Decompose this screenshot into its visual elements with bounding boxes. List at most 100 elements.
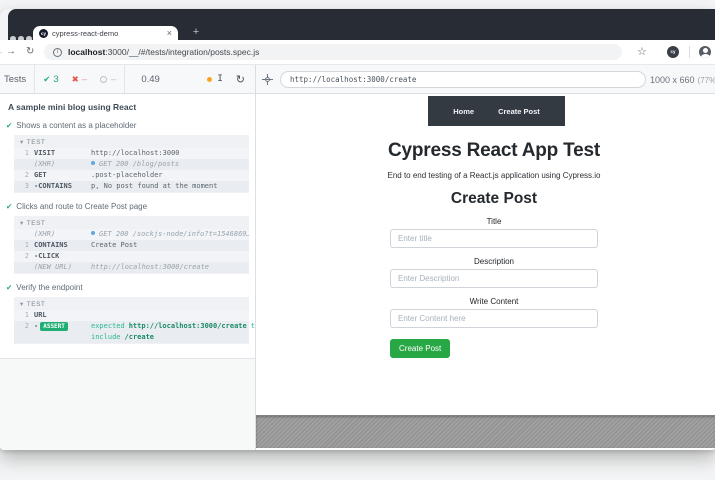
assert-row[interactable]: 2 -ASSERT expectedhttp://localhost:3000/… (14, 321, 249, 343)
viewport-info: 1000 x 660(77%) (650, 65, 715, 95)
header-divider (34, 65, 35, 93)
browser-tab-bar: cy cypress-react-demo × + (8, 9, 715, 40)
cypress-extension-icon[interactable]: cy (667, 46, 679, 58)
command-number: 2 (14, 170, 34, 181)
test-passed-check-icon: ✔ (6, 283, 12, 292)
command-message: Create Post (91, 240, 249, 251)
test-passed-check-icon: ✔ (6, 121, 12, 130)
cypress-favicon-icon: cy (39, 29, 48, 38)
pending-count: – (111, 74, 116, 85)
app-subtitle: End to end testing of a React.js applica… (372, 171, 616, 180)
command-name: CONTAINS (34, 240, 91, 251)
app-content: Cypress React App Test End to end testin… (372, 130, 616, 358)
passed-check-icon: ✔ (43, 74, 50, 85)
suite-title[interactable]: A sample mini blog using React (0, 100, 255, 114)
command-name: VISIT (34, 148, 91, 159)
forward-icon[interactable]: → (6, 40, 16, 64)
title-label: Title (390, 217, 598, 226)
command-row[interactable]: 2 GET .post-placeholder (14, 170, 249, 181)
title-input[interactable] (390, 229, 598, 248)
content-input[interactable] (390, 309, 598, 328)
aut-header: http://localhost:3000/create 1000 x 660(… (256, 65, 715, 93)
browser-window: cy cypress-react-demo × + ← → ↻ i localh… (0, 9, 715, 450)
xhr-row[interactable]: (XHR) GET 200 /blog/posts (14, 159, 249, 170)
command-name: -ASSERT (34, 321, 91, 343)
failed-x-icon: ✖ (72, 74, 79, 85)
test-group-label[interactable]: ▾TEST (14, 216, 249, 229)
command-log: ▾TEST 1 VISIT http://localhost:3000 (XHR… (14, 135, 249, 193)
failed-count: – (82, 74, 87, 85)
test-title[interactable]: ✔ Clicks and route to Create Post page (0, 195, 255, 215)
aut-bottom-scroll-area[interactable] (256, 415, 715, 448)
address-url: localhost:3000/__/#/tests/integration/po… (68, 47, 259, 57)
back-icon[interactable]: ← (0, 40, 4, 64)
browser-toolbar: ← → ↻ i localhost:3000/__/#/tests/integr… (0, 40, 715, 64)
xhr-row[interactable]: (XHR) GET 200 /sockjs-node/info?t=154686… (14, 229, 249, 240)
run-duration: 0.49 (141, 74, 160, 85)
collapse-caret-icon: ▾ (20, 220, 24, 227)
command-row[interactable]: 3 -CONTAINS p, No post found at the mome… (14, 181, 249, 192)
test-title-label: Shows a content as a placeholder (16, 121, 136, 130)
command-log: ▾TEST (XHR) GET 200 /sockjs-node/info?t=… (14, 216, 249, 274)
restart-tests-icon[interactable]: ↻ (236, 73, 245, 86)
aut-url-bar[interactable]: http://localhost:3000/create (280, 71, 646, 88)
new-url-row[interactable]: (NEW URL) http://localhost:3000/create (14, 262, 249, 273)
command-row[interactable]: 1 URL (14, 310, 249, 321)
command-row[interactable]: 1 VISIT http://localhost:3000 (14, 148, 249, 159)
assert-message: expectedhttp://localhost:3000/createto i… (91, 321, 256, 343)
command-number: 2 (14, 251, 34, 262)
command-row[interactable]: 1 CONTAINS Create Post (14, 240, 249, 251)
header-divider (124, 65, 125, 93)
command-message: http://localhost:3000/create (91, 262, 249, 273)
reporter-header: Tests ✔ 3 ✖ – – 0.49 I ↻ (0, 65, 256, 93)
bookmark-star-icon[interactable]: ☆ (637, 40, 647, 64)
viewport-scale: (77%) (698, 76, 715, 85)
command-name: (XHR) (34, 159, 91, 170)
nav-link-create-post[interactable]: Create Post (498, 107, 540, 116)
command-number: 2 (14, 321, 34, 343)
selector-playground-icon[interactable] (262, 74, 273, 85)
test-title[interactable]: ✔ Shows a content as a placeholder (0, 114, 255, 134)
toolbar-divider (689, 46, 690, 58)
new-tab-button[interactable]: + (188, 26, 204, 40)
command-message: p, No post found at the moment (91, 181, 249, 192)
reporter-panel: A sample mini blog using React ✔ Shows a… (0, 94, 256, 450)
test-passed-check-icon: ✔ (6, 202, 12, 211)
command-message (91, 251, 249, 262)
command-row[interactable]: 2 -CLICK (14, 251, 249, 262)
command-name: -CONTAINS (34, 181, 91, 192)
nav-link-home[interactable]: Home (453, 107, 474, 116)
cypress-runner: Tests ✔ 3 ✖ – – 0.49 I ↻ http://local (0, 64, 715, 450)
command-name: GET (34, 170, 91, 181)
test-title[interactable]: ✔ Verify the endpoint (0, 276, 255, 296)
tab-close-icon[interactable]: × (167, 28, 172, 38)
command-number: 1 (14, 310, 34, 321)
create-post-button[interactable]: Create Post (390, 339, 450, 358)
command-name: (NEW URL) (34, 262, 91, 273)
passed-count: 3 (53, 74, 58, 85)
url-path: :3000/__/#/tests/integration/posts.spec.… (105, 47, 259, 57)
command-name: (XHR) (34, 229, 91, 240)
command-name: URL (34, 310, 91, 321)
test-group-label[interactable]: ▾TEST (14, 135, 249, 148)
collapse-caret-icon: ▾ (20, 301, 24, 308)
test-group-label[interactable]: ▾TEST (14, 297, 249, 310)
aut-panel: Home Create Post Cypress React App Test … (256, 94, 715, 450)
command-number: 1 (14, 148, 34, 159)
test-title-label: Clicks and route to Create Post page (16, 202, 147, 211)
tests-back-link[interactable]: Tests (4, 74, 26, 85)
command-message: GET 200 /blog/posts (91, 159, 249, 170)
address-bar[interactable]: i localhost:3000/__/#/tests/integration/… (44, 44, 622, 60)
autoscroll-toggle[interactable]: I (217, 74, 222, 84)
page-info-icon[interactable]: i (53, 48, 62, 57)
viewport-size: 1000 x 660 (650, 75, 695, 85)
description-input[interactable] (390, 269, 598, 288)
runner-body: A sample mini blog using React ✔ Shows a… (0, 94, 715, 450)
create-post-form: Title Description Write Content Create P… (390, 217, 598, 358)
test-title-label: Verify the endpoint (16, 283, 82, 292)
command-log: ▾TEST 1 URL 2 -ASSERT expectedhttp://loc… (14, 297, 249, 344)
browser-tab[interactable]: cy cypress-react-demo × (33, 26, 178, 40)
autoscroll-dot-icon[interactable] (207, 77, 212, 82)
reload-icon[interactable]: ↻ (26, 40, 34, 64)
profile-avatar-icon[interactable] (699, 46, 711, 58)
